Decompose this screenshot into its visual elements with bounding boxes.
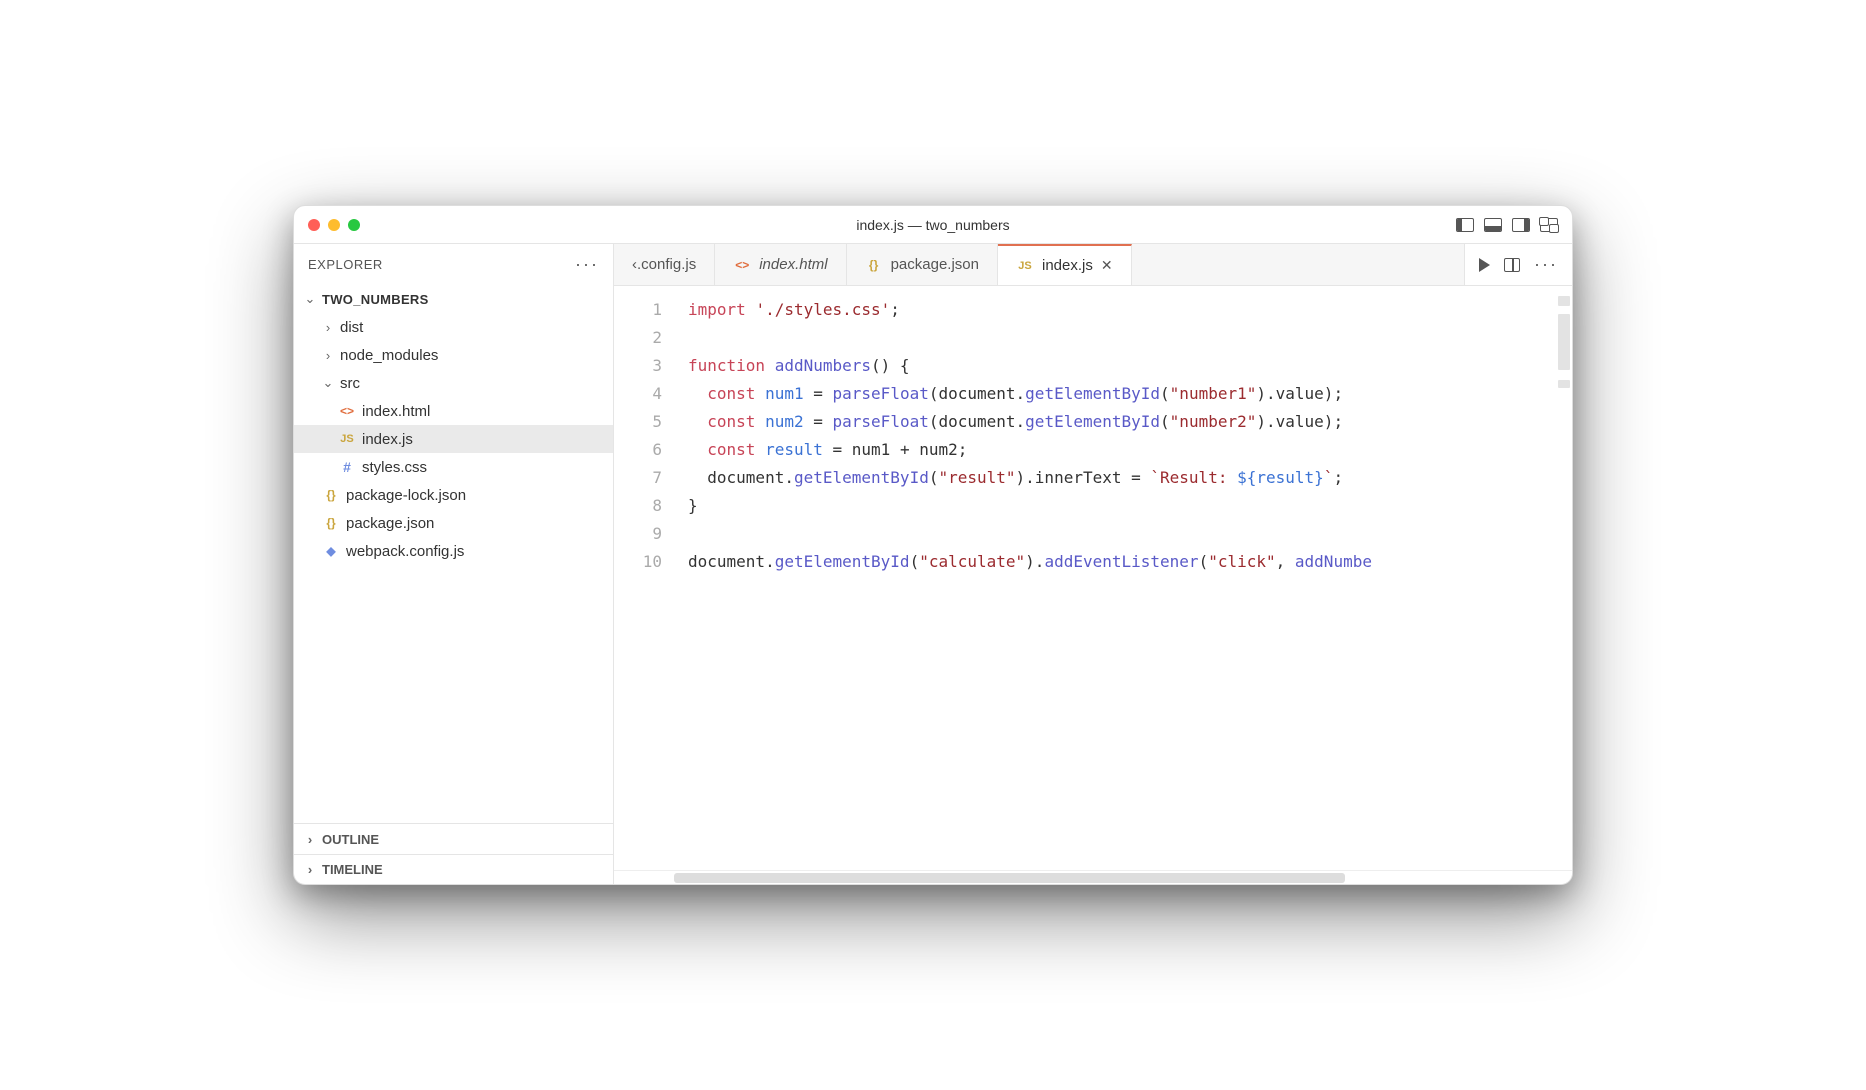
tree-folder-node-modules[interactable]: › node_modules [294, 341, 613, 369]
tree-folder-src[interactable]: ⌄ src [294, 369, 613, 397]
outline-section[interactable]: › OUTLINE [294, 824, 613, 854]
tab-webpack-config[interactable]: ‹.config.js [614, 244, 715, 285]
json-file-icon: {} [865, 258, 883, 272]
split-editor-icon[interactable] [1504, 258, 1520, 272]
editor-more-icon[interactable]: ··· [1534, 254, 1558, 275]
run-icon[interactable] [1479, 258, 1490, 272]
tab-label: package.json [891, 256, 979, 273]
tree-file-package-json[interactable]: {} package.json [294, 509, 613, 537]
titlebar: index.js — two_numbers [294, 206, 1572, 244]
line-gutter: 12345678910 [614, 286, 676, 870]
tree-file-index-html[interactable]: <> index.html [294, 397, 613, 425]
tree-file-styles-css[interactable]: # styles.css [294, 453, 613, 481]
tabbar: ‹.config.js <> index.html {} package.jso… [614, 244, 1572, 286]
app-window: index.js — two_numbers EXPLORER ··· ⌄ TW… [293, 205, 1573, 885]
html-file-icon: <> [733, 258, 751, 272]
code-content[interactable]: import './styles.css'; function addNumbe… [676, 286, 1572, 870]
js-file-icon: JS [1016, 260, 1034, 272]
minimap[interactable] [1556, 286, 1572, 870]
outline-label: OUTLINE [322, 832, 379, 847]
window-title: index.js — two_numbers [294, 217, 1572, 233]
chevron-right-icon: › [304, 832, 316, 847]
explorer-more-icon[interactable]: ··· [575, 254, 599, 275]
code-editor[interactable]: 12345678910 import './styles.css'; funct… [614, 286, 1572, 870]
html-file-icon: <> [338, 404, 356, 418]
customize-layout-icon[interactable] [1540, 218, 1558, 232]
tab-package-json[interactable]: {} package.json [847, 244, 998, 285]
json-file-icon: {} [322, 516, 340, 530]
scrollbar-thumb[interactable] [674, 873, 1345, 883]
chevron-right-icon: › [322, 348, 334, 363]
tab-label: index.js [1042, 257, 1093, 274]
timeline-section[interactable]: › TIMELINE [294, 854, 613, 884]
json-file-icon: {} [322, 488, 340, 502]
tree-root[interactable]: ⌄ TWO_NUMBERS [294, 285, 613, 313]
root-folder-label: TWO_NUMBERS [322, 292, 429, 307]
chevron-right-icon: › [322, 320, 334, 335]
tab-index-html[interactable]: <> index.html [715, 244, 846, 285]
tree-folder-dist[interactable]: › dist [294, 313, 613, 341]
webpack-file-icon: ◆ [322, 544, 340, 558]
js-file-icon: JS [338, 433, 356, 445]
timeline-label: TIMELINE [322, 862, 383, 877]
tab-index-js[interactable]: JS index.js ✕ [998, 244, 1132, 285]
tree-file-webpack-config[interactable]: ◆ webpack.config.js [294, 537, 613, 565]
tree-file-package-lock[interactable]: {} package-lock.json [294, 481, 613, 509]
horizontal-scrollbar[interactable] [614, 870, 1572, 884]
tree-file-index-js[interactable]: JS index.js [294, 425, 613, 453]
chevron-down-icon: ⌄ [304, 291, 316, 307]
toggle-panel-icon[interactable] [1484, 218, 1502, 232]
explorer-title: EXPLORER [308, 257, 383, 272]
editor-area: ‹.config.js <> index.html {} package.jso… [614, 244, 1572, 884]
chevron-down-icon: ⌄ [322, 375, 334, 391]
toggle-primary-sidebar-icon[interactable] [1456, 218, 1474, 232]
toggle-secondary-sidebar-icon[interactable] [1512, 218, 1530, 232]
editor-actions: ··· [1464, 244, 1572, 285]
chevron-right-icon: › [304, 862, 316, 877]
tab-label: index.html [759, 256, 827, 273]
explorer-sidebar: EXPLORER ··· ⌄ TWO_NUMBERS › dist › node… [294, 244, 614, 884]
css-file-icon: # [338, 459, 356, 475]
close-tab-icon[interactable]: ✕ [1101, 257, 1113, 274]
tab-label: ‹.config.js [632, 256, 696, 273]
file-tree: ⌄ TWO_NUMBERS › dist › node_modules ⌄ sr… [294, 285, 613, 823]
